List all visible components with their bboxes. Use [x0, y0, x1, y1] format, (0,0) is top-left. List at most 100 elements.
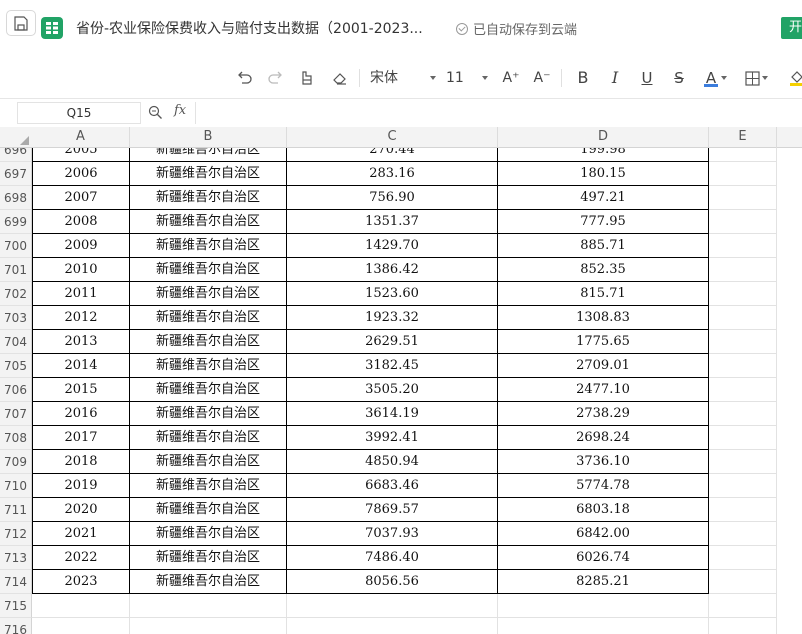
- cell-d[interactable]: 2698.24: [498, 426, 709, 450]
- cell-d[interactable]: 852.35: [498, 258, 709, 282]
- cell-e[interactable]: [709, 594, 777, 618]
- underline-icon[interactable]: U: [636, 57, 658, 99]
- cell-a[interactable]: 2023: [32, 570, 130, 594]
- cell-a[interactable]: 2015: [32, 378, 130, 402]
- cell-a[interactable]: 2013: [32, 330, 130, 354]
- cell-c[interactable]: 4850.94: [287, 450, 498, 474]
- cell-d[interactable]: 815.71: [498, 282, 709, 306]
- cell-b[interactable]: 新疆维吾尔自治区: [130, 498, 287, 522]
- redo-icon[interactable]: [265, 57, 287, 99]
- row-header[interactable]: 704: [0, 330, 32, 354]
- row-header[interactable]: 705: [0, 354, 32, 378]
- row-header[interactable]: 714: [0, 570, 32, 594]
- cell-b[interactable]: 新疆维吾尔自治区: [130, 402, 287, 426]
- cell-c[interactable]: 1429.70: [287, 234, 498, 258]
- row-header[interactable]: 706: [0, 378, 32, 402]
- cell-c[interactable]: 2629.51: [287, 330, 498, 354]
- bold-icon[interactable]: B: [572, 57, 594, 99]
- cell-d[interactable]: 497.21: [498, 186, 709, 210]
- cell-c[interactable]: [287, 594, 498, 618]
- cell-d[interactable]: 199.98: [498, 148, 709, 162]
- cell-a[interactable]: 2022: [32, 546, 130, 570]
- fill-color-icon[interactable]: [787, 57, 802, 99]
- row-header[interactable]: 715: [0, 594, 32, 618]
- cell-a[interactable]: 2019: [32, 474, 130, 498]
- cell-e[interactable]: [709, 162, 777, 186]
- column-header-b[interactable]: B: [130, 127, 287, 148]
- cell-d[interactable]: 1775.65: [498, 330, 709, 354]
- cell-a[interactable]: 2012: [32, 306, 130, 330]
- font-size-select[interactable]: 11: [446, 57, 488, 99]
- formula-input[interactable]: [195, 102, 802, 124]
- cell-b[interactable]: 新疆维吾尔自治区: [130, 354, 287, 378]
- cell-c[interactable]: 1923.32: [287, 306, 498, 330]
- column-header-e[interactable]: E: [709, 127, 777, 148]
- cell-c[interactable]: 3182.45: [287, 354, 498, 378]
- cell-d[interactable]: 6842.00: [498, 522, 709, 546]
- cell-e[interactable]: [709, 546, 777, 570]
- cell-c[interactable]: 270.44: [287, 148, 498, 162]
- cell-a[interactable]: 2006: [32, 162, 130, 186]
- cell-b[interactable]: 新疆维吾尔自治区: [130, 282, 287, 306]
- cell-a[interactable]: 2011: [32, 282, 130, 306]
- zoom-icon[interactable]: [148, 105, 163, 124]
- decrease-font-icon[interactable]: A⁻: [531, 57, 553, 99]
- cell-b[interactable]: 新疆维吾尔自治区: [130, 570, 287, 594]
- cell-e[interactable]: [709, 210, 777, 234]
- format-painter-icon[interactable]: [297, 57, 319, 99]
- cell-a[interactable]: [32, 618, 130, 634]
- cell-d[interactable]: [498, 594, 709, 618]
- cell-b[interactable]: 新疆维吾尔自治区: [130, 210, 287, 234]
- row-header[interactable]: 709: [0, 450, 32, 474]
- cell-c[interactable]: 7869.57: [287, 498, 498, 522]
- row-header[interactable]: 701: [0, 258, 32, 282]
- cell-e[interactable]: [709, 450, 777, 474]
- cell-a[interactable]: 2020: [32, 498, 130, 522]
- cell-e[interactable]: [709, 330, 777, 354]
- cell-a[interactable]: 2007: [32, 186, 130, 210]
- cell-e[interactable]: [709, 282, 777, 306]
- cell-d[interactable]: [498, 618, 709, 634]
- row-header[interactable]: 699: [0, 210, 32, 234]
- cell-b[interactable]: 新疆维吾尔自治区: [130, 258, 287, 282]
- cell-a[interactable]: 2010: [32, 258, 130, 282]
- cell-b[interactable]: 新疆维吾尔自治区: [130, 474, 287, 498]
- cell-c[interactable]: 8056.56: [287, 570, 498, 594]
- cell-a[interactable]: 2016: [32, 402, 130, 426]
- cell-a[interactable]: 2009: [32, 234, 130, 258]
- cell-c[interactable]: [287, 618, 498, 634]
- row-header[interactable]: 712: [0, 522, 32, 546]
- column-header-a[interactable]: A: [32, 127, 130, 148]
- cell-b[interactable]: [130, 594, 287, 618]
- cell-b[interactable]: 新疆维吾尔自治区: [130, 522, 287, 546]
- open-button[interactable]: 开: [781, 17, 802, 39]
- cell-e[interactable]: [709, 148, 777, 162]
- cell-c[interactable]: 7486.40: [287, 546, 498, 570]
- cell-e[interactable]: [709, 570, 777, 594]
- cell-d[interactable]: 8285.21: [498, 570, 709, 594]
- cell-c[interactable]: 7037.93: [287, 522, 498, 546]
- cell-c[interactable]: 3614.19: [287, 402, 498, 426]
- cell-b[interactable]: 新疆维吾尔自治区: [130, 330, 287, 354]
- cell-a[interactable]: 2017: [32, 426, 130, 450]
- cell-d[interactable]: 2709.01: [498, 354, 709, 378]
- cell-c[interactable]: 1386.42: [287, 258, 498, 282]
- cell-a[interactable]: 2021: [32, 522, 130, 546]
- cell-d[interactable]: 2477.10: [498, 378, 709, 402]
- cell-d[interactable]: 3736.10: [498, 450, 709, 474]
- row-header[interactable]: 716: [0, 618, 32, 634]
- cell-c[interactable]: 3505.20: [287, 378, 498, 402]
- cell-d[interactable]: 6803.18: [498, 498, 709, 522]
- cell-e[interactable]: [709, 354, 777, 378]
- undo-icon[interactable]: [233, 57, 255, 99]
- cell-e[interactable]: [709, 378, 777, 402]
- cell-b[interactable]: 新疆维吾尔自治区: [130, 426, 287, 450]
- strikethrough-icon[interactable]: S: [668, 57, 690, 99]
- increase-font-icon[interactable]: A⁺: [500, 57, 522, 99]
- cell-b[interactable]: 新疆维吾尔自治区: [130, 546, 287, 570]
- cell-a[interactable]: 2014: [32, 354, 130, 378]
- cell-b[interactable]: 新疆维吾尔自治区: [130, 234, 287, 258]
- cell-b[interactable]: [130, 618, 287, 634]
- cell-d[interactable]: 6026.74: [498, 546, 709, 570]
- row-header[interactable]: 703: [0, 306, 32, 330]
